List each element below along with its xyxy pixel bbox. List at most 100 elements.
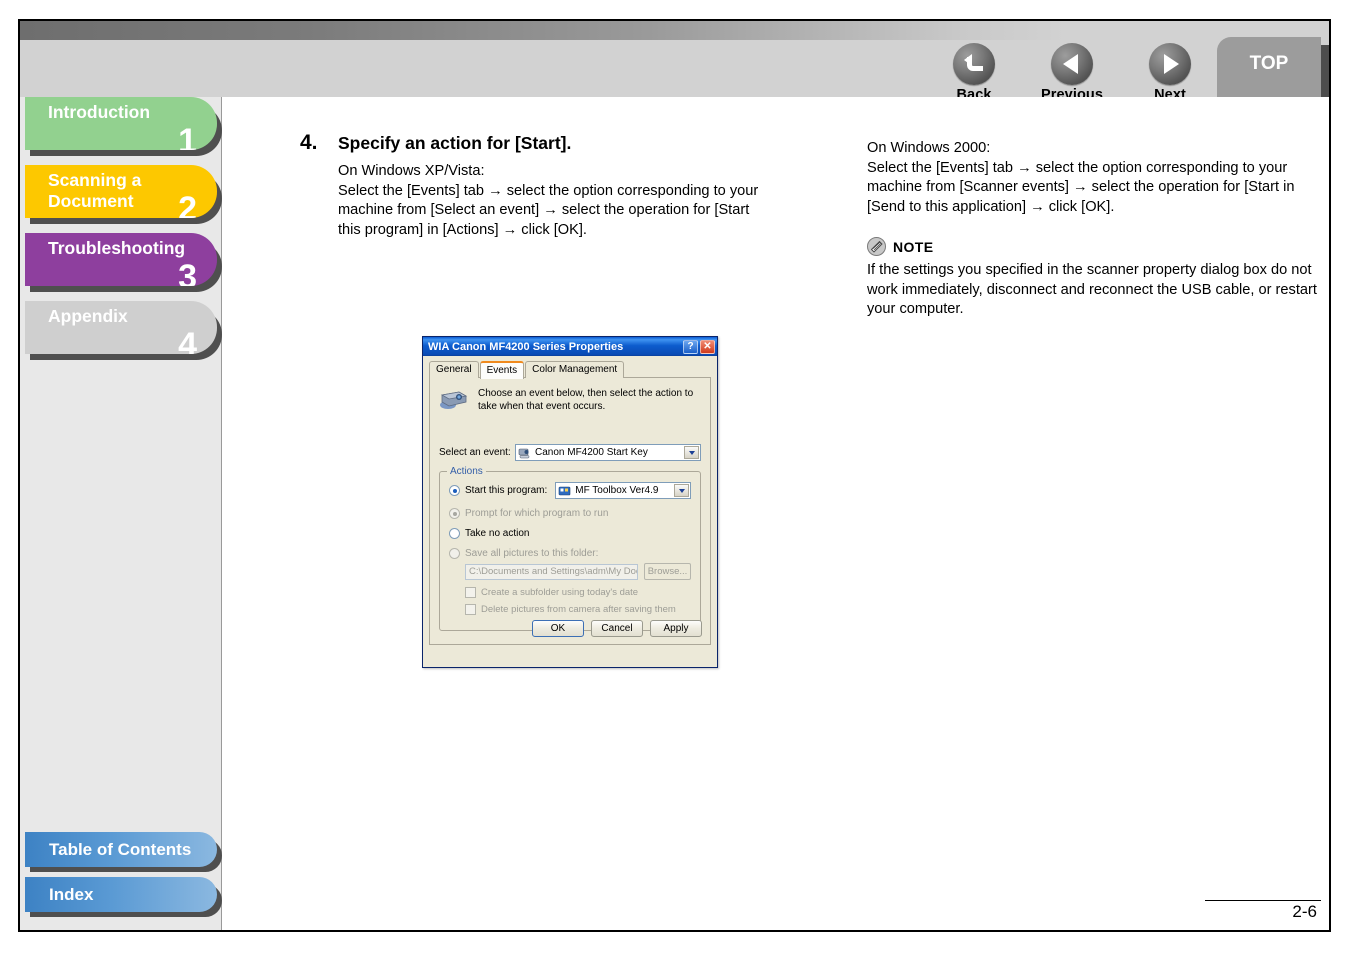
tab-events[interactable]: Events [479,361,525,379]
cancel-button[interactable]: Cancel [591,620,643,637]
dialog-title-bar: WIA Canon MF4200 Series Properties ? ✕ [423,337,717,356]
sidebar-item-troubleshooting[interactable]: Troubleshooting 3 [20,233,222,292]
page-footer: 2-6 [1205,900,1321,922]
sidebar-item-label: Introduction [48,102,151,122]
left-os-label: On Windows XP/Vista: [338,163,485,179]
document-page: Back Previous Next TOP Introduction 1 Sc… [18,19,1331,932]
apply-button[interactable]: Apply [650,620,702,637]
top-tab-container: TOP [1217,37,1329,106]
footer-divider [1205,900,1321,901]
folder-path-row: C:\Documents and Settings\adm\My Documen… [465,563,691,580]
checkbox-delete-pictures [465,604,476,615]
left-instructions: Select the [Events] tab → select the opt… [338,182,759,238]
folder-path-field: C:\Documents and Settings\adm\My Documen… [465,563,638,580]
radio-save-all-pictures [449,548,460,559]
create-subfolder-label: Create a subfolder using today's date [481,587,639,598]
create-subfolder-row: Create a subfolder using today's date [465,587,691,598]
note-pencil-icon [867,237,886,256]
close-icon[interactable]: ✕ [700,339,715,354]
chapter-number: 1 [178,122,197,150]
delete-pictures-label: Delete pictures from camera after saving… [481,604,676,615]
chapter-number: 3 [178,258,197,286]
step-number: 4. [300,131,318,154]
sidebar-item-index[interactable]: Index [20,877,222,917]
dialog-tabs: General Events Color Management [429,361,711,379]
actions-group: Actions Start this program: MF Toolbox V… [439,466,701,631]
left-column: 4. Specify an action for [Start]. On Win… [300,131,770,668]
sidebar-item-label: Troubleshooting [48,238,186,258]
tab-general[interactable]: General [429,361,479,378]
right-column: On Windows 2000: Select the [Events] tab… [867,139,1327,320]
scanning-tab[interactable]: Scanning a Document 2 [25,165,217,218]
select-event-value: Canon MF4200 Start Key [535,447,648,458]
tab-color-management[interactable]: Color Management [525,361,625,378]
sidebar-item-label: Appendix [48,306,128,326]
toolbox-app-icon [558,486,571,495]
prompt-program-label: Prompt for which program to run [465,508,609,519]
save-pictures-row: Save all pictures to this folder: [449,548,691,559]
dialog-title: WIA Canon MF4200 Series Properties [428,340,624,353]
note-heading: NOTE [867,237,1327,256]
back-arrow-icon [953,43,995,85]
select-event-label: Select an event: [439,447,511,458]
help-icon[interactable]: ? [683,339,698,354]
device-icon [518,448,530,458]
dialog-description-row: Choose an event below, then select the a… [439,386,701,413]
back-button[interactable]: Back [943,43,1005,103]
radio-start-this-program[interactable] [449,485,460,496]
header-gradient-bar [20,21,1329,40]
note-label: NOTE [893,238,934,255]
browse-button: Browse... [644,563,691,580]
chevron-down-icon[interactable] [674,484,689,497]
start-this-program-row[interactable]: Start this program: MF Toolbox Ver4.9 [449,482,691,499]
start-program-value: MF Toolbox Ver4.9 [575,485,659,496]
start-program-dropdown[interactable]: MF Toolbox Ver4.9 [555,482,691,499]
select-event-row: Select an event: Canon MF4200 Start Key [439,444,701,461]
right-instructions: Select the [Events] tab → select the opt… [867,159,1295,215]
wia-properties-dialog: WIA Canon MF4200 Series Properties ? ✕ G… [422,336,718,668]
sidebar-item-appendix[interactable]: Appendix 4 [20,301,222,360]
sidebar-item-table-of-contents[interactable]: Table of Contents [20,832,222,872]
select-event-dropdown[interactable]: Canon MF4200 Start Key [515,444,701,461]
dialog-buttons: OK Cancel Apply [532,620,702,637]
previous-button[interactable]: Previous [1041,43,1103,103]
left-triangle-icon [1051,43,1093,85]
page-number: 2-6 [1292,902,1317,921]
sidebar-bottom-links: Table of Contents Index [20,832,222,922]
ok-button[interactable]: OK [532,620,584,637]
right-triangle-icon [1149,43,1191,85]
main-content: 4. Specify an action for [Start]. On Win… [222,97,1329,930]
index-button[interactable]: Index [25,877,217,912]
sidebar-item-introduction[interactable]: Introduction 1 [20,97,222,156]
dialog-body: General Events Color Management Choose a… [423,356,717,667]
page-header: Back Previous Next TOP [20,21,1329,106]
prompt-program-row: Prompt for which program to run [449,508,691,519]
take-no-action-row[interactable]: Take no action [449,528,691,539]
page-title: Specify an action for [Start]. [338,133,572,153]
table-of-contents-button[interactable]: Table of Contents [25,832,217,867]
checkbox-create-subfolder [465,587,476,598]
chapter-number: 4 [178,326,197,354]
radio-prompt-for-program [449,508,460,519]
dialog-description: Choose an event below, then select the a… [478,388,694,412]
navigation-buttons: Back Previous Next [943,43,1201,103]
top-button[interactable]: TOP [1217,37,1321,98]
chapter-number: 2 [178,190,197,218]
scanner-icon [440,391,468,409]
start-this-program-label: Start this program: [465,485,548,496]
appendix-tab[interactable]: Appendix 4 [25,301,217,354]
troubleshooting-tab[interactable]: Troubleshooting 3 [25,233,217,286]
next-button[interactable]: Next [1139,43,1201,103]
take-no-action-label: Take no action [465,528,530,539]
step-heading: 4. Specify an action for [Start]. [300,131,770,155]
delete-pictures-row: Delete pictures from camera after saving… [465,604,691,615]
radio-take-no-action[interactable] [449,528,460,539]
chevron-down-icon[interactable] [684,446,699,459]
actions-legend: Actions [447,466,486,477]
note-text: If the settings you specified in the sca… [867,262,1317,317]
dialog-panel: Choose an event below, then select the a… [429,377,711,645]
introduction-tab[interactable]: Introduction 1 [25,97,217,150]
right-os-label: On Windows 2000: [867,140,991,156]
sidebar: Introduction 1 Scanning a Document 2 Tro… [20,97,222,930]
sidebar-item-scanning-a-document[interactable]: Scanning a Document 2 [20,165,222,224]
